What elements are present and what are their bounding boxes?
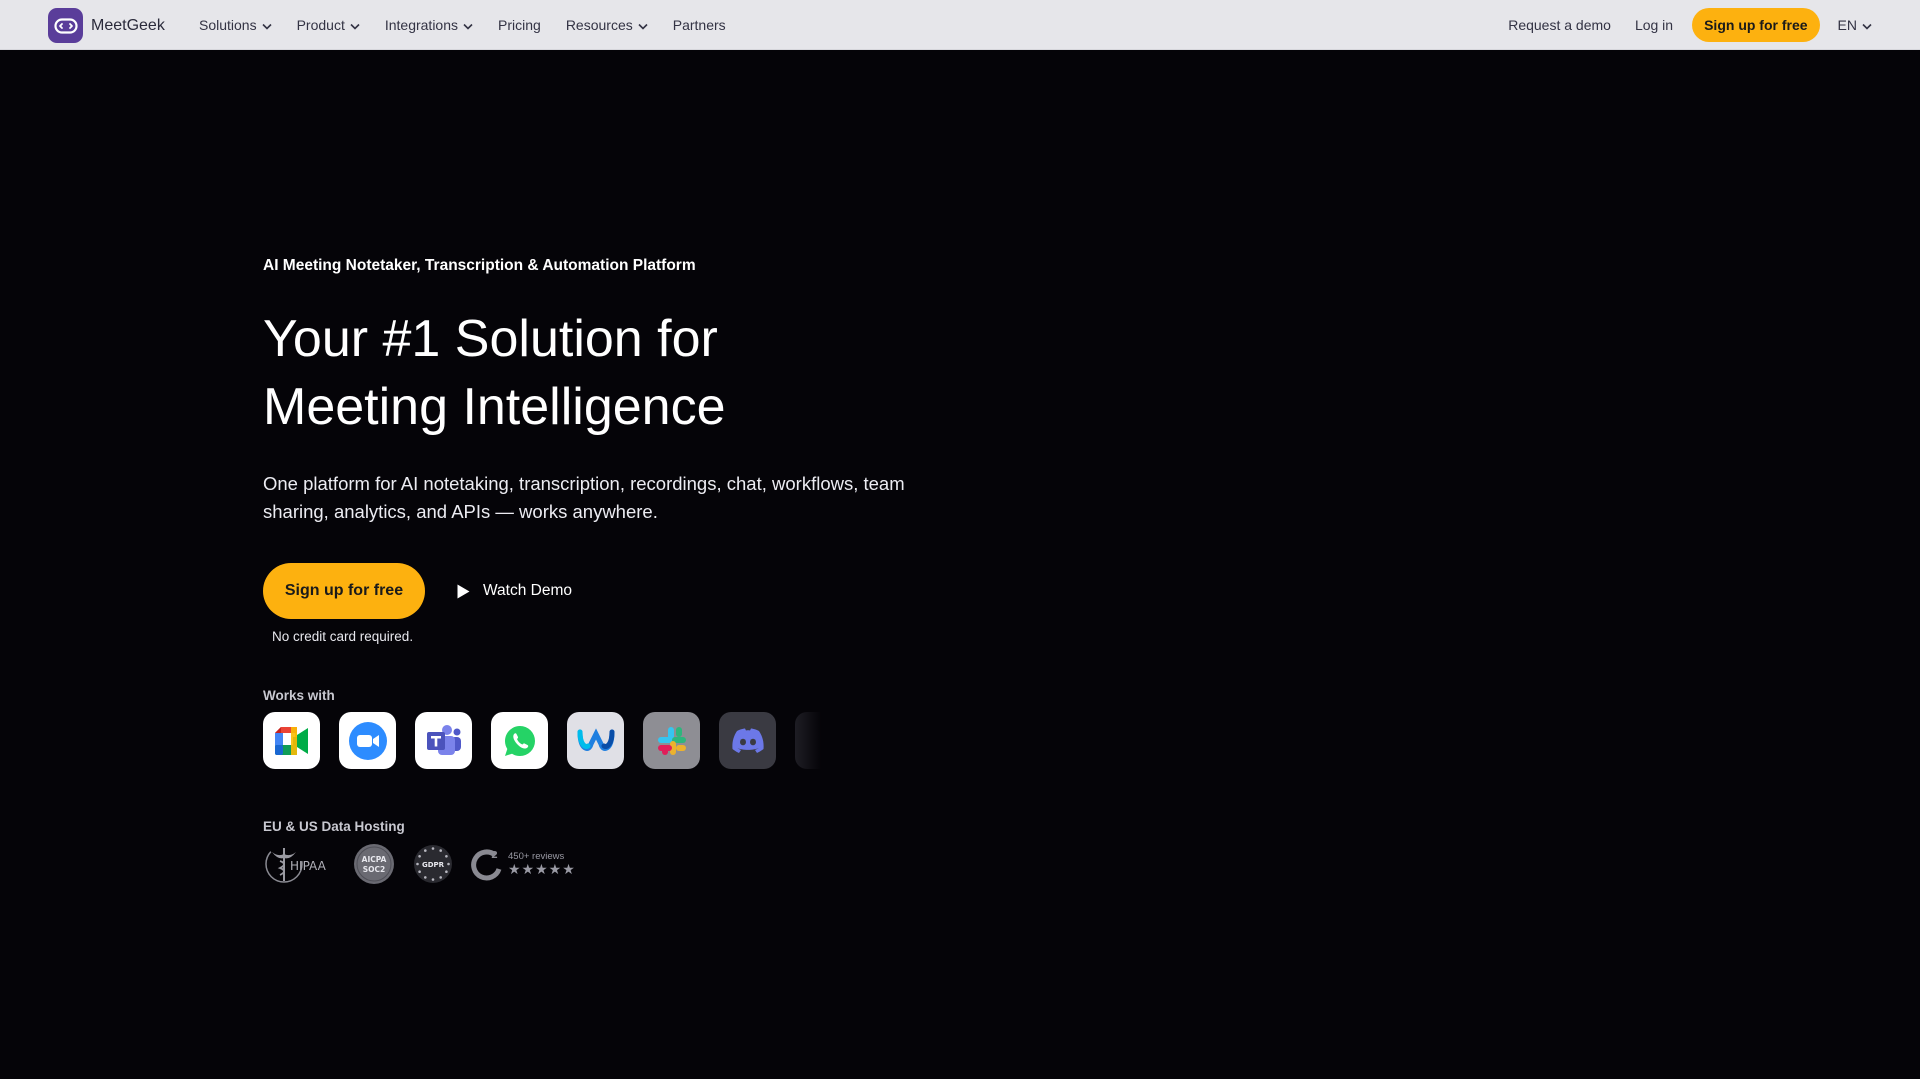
svg-text:2: 2 <box>491 850 498 861</box>
hosting-label: EU & US Data Hosting <box>263 819 405 834</box>
soc2-badge: AICPA SOC2 <box>353 843 395 885</box>
nav-actions: Request a demo Log in Sign up for free E… <box>1484 0 1872 50</box>
g2-star-rating: ★★★★★ <box>508 861 576 877</box>
microsoft-teams-icon[interactable] <box>415 712 472 769</box>
nav-solutions[interactable]: Solutions <box>199 17 272 33</box>
hipaa-badge: HIPAA <box>263 843 329 885</box>
google-meet-icon[interactable] <box>263 712 320 769</box>
login-link[interactable]: Log in <box>1635 17 1673 33</box>
nav-partners-label: Partners <box>672 17 726 33</box>
nav-resources[interactable]: Resources <box>566 17 648 33</box>
nav-pricing-label: Pricing <box>498 17 541 33</box>
hero-eyebrow: AI Meeting Notetaker, Transcription & Au… <box>263 257 696 274</box>
whatsapp-icon[interactable] <box>491 712 548 769</box>
gdpr-text: GDPR <box>422 861 445 869</box>
nav-integrations-label: Integrations <box>384 17 459 33</box>
brand-name: MeetGeek <box>91 16 165 34</box>
nav-integrations[interactable]: Integrations <box>385 17 473 33</box>
hero-headline: Your #1 Solution for Meeting Intelligenc… <box>263 305 726 441</box>
nav-resources-label: Resources <box>565 17 633 33</box>
integration-fade-edge <box>795 712 821 769</box>
slack-icon[interactable] <box>643 712 700 769</box>
watch-demo-label: Watch Demo <box>483 582 573 599</box>
webex-icon[interactable] <box>567 712 624 769</box>
svg-text:AICPA: AICPA <box>362 855 387 864</box>
watch-demo-button[interactable]: Watch Demo <box>456 577 572 605</box>
integrations-row <box>263 712 821 769</box>
g2-reviews-badge[interactable]: 2 450+ reviews ★★★★★ <box>471 847 576 881</box>
svg-text:SOC2: SOC2 <box>363 865 386 874</box>
g2-logo-icon: 2 <box>471 849 502 881</box>
chevron-down-icon <box>350 17 360 33</box>
gdpr-badge: GDPR <box>413 844 453 884</box>
hero-section: AI Meeting Notetaker, Transcription & Au… <box>0 50 1920 1079</box>
play-icon <box>456 583 471 600</box>
g2-text-block: 450+ reviews ★★★★★ <box>508 851 576 877</box>
chevron-down-icon <box>1862 17 1872 33</box>
chevron-down-icon <box>638 17 648 33</box>
language-selector[interactable]: EN <box>1838 17 1872 33</box>
zoom-icon[interactable] <box>339 712 396 769</box>
works-with-label: Works with <box>263 688 335 703</box>
nav-product[interactable]: Product <box>297 17 360 33</box>
headline-line-1: Your #1 Solution for <box>263 310 718 368</box>
nav-signup-button[interactable]: Sign up for free <box>1692 8 1820 42</box>
main-nav: Solutions Product Integrations Pricing R… <box>199 0 751 50</box>
nav-solutions-label: Solutions <box>199 17 257 33</box>
chevron-down-icon <box>463 17 473 33</box>
request-demo-link[interactable]: Request a demo <box>1508 17 1611 33</box>
no-credit-card-note: No credit card required. <box>272 629 414 644</box>
compliance-badges: HIPAA AICPA SOC2 GDPR 2 450+ reviews ★★★… <box>263 843 594 885</box>
top-navbar: MeetGeek Solutions Product Integrations … <box>0 0 1920 50</box>
headline-line-2: Meeting Intelligence <box>263 378 726 436</box>
nav-partners[interactable]: Partners <box>673 17 726 33</box>
language-label: EN <box>1837 17 1857 33</box>
hero-subtitle: One platform for AI notetaking, transcri… <box>263 473 905 522</box>
meetgeek-logo-icon <box>48 8 83 43</box>
hipaa-text: HIPAA <box>290 859 327 873</box>
discord-icon[interactable] <box>719 712 776 769</box>
brand-logo[interactable]: MeetGeek <box>48 8 165 43</box>
nav-product-label: Product <box>296 17 345 33</box>
nav-pricing[interactable]: Pricing <box>498 17 541 33</box>
chevron-down-icon <box>262 17 272 33</box>
hero-signup-button[interactable]: Sign up for free <box>263 563 425 619</box>
